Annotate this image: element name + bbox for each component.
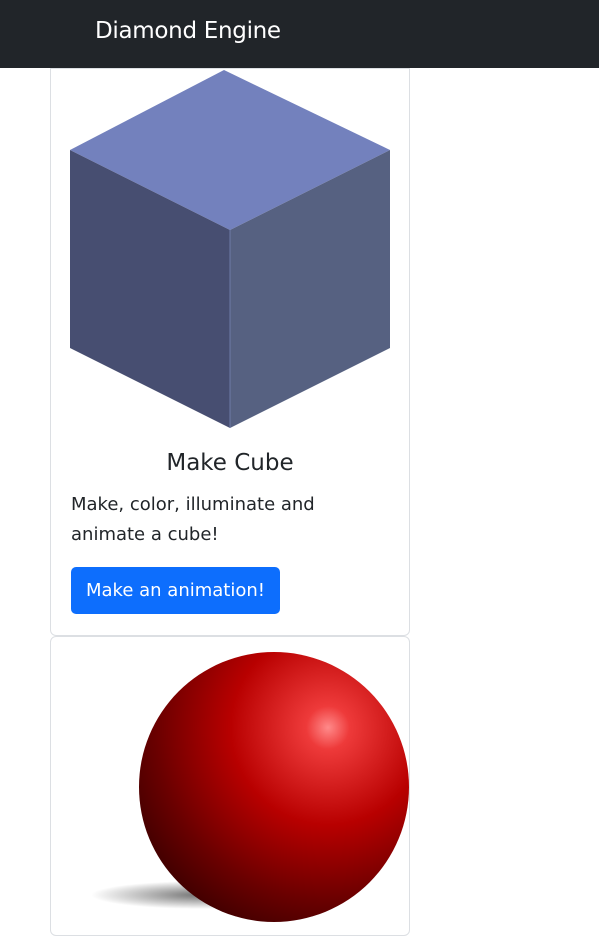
sphere-body — [139, 652, 409, 922]
card-text: Make, color, illuminate and animate a cu… — [71, 494, 315, 545]
card-title: Make Cube — [166, 450, 294, 476]
card-make-cube: Make Cube Make, color, illuminate and an… — [50, 68, 410, 636]
brand-link[interactable]: Diamond Engine — [95, 18, 281, 44]
sphere-icon — [91, 652, 409, 922]
make-animation-button[interactable]: Make an animation! — [71, 567, 280, 614]
card-sphere — [50, 636, 410, 936]
navbar: Diamond Engine — [0, 0, 599, 68]
cube-icon — [70, 70, 390, 428]
